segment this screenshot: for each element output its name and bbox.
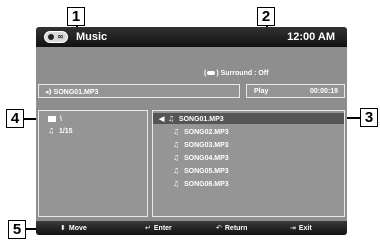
selection-arrow-icon: ◀ — [159, 116, 165, 123]
track-label: SONG03.MP3 — [183, 142, 229, 149]
callout-1: 1 — [67, 7, 85, 26]
folder-icon — [48, 116, 56, 123]
track-count-row: ♫ 1/15 — [48, 127, 73, 135]
playback-status: Play 00:00:19 — [246, 84, 345, 98]
surround-label: Surround : Off — [220, 70, 269, 77]
control-hints-bar: ⬍ Move ↵ Enter ↶ Return ⇥ Exit — [36, 221, 347, 235]
music-note-icon: ♫ — [173, 180, 180, 188]
callout-2: 2 — [257, 7, 275, 26]
track-item[interactable]: ♫ SONG06.MP3 — [153, 178, 344, 189]
move-hint[interactable]: ⬍ Move — [60, 224, 87, 232]
enter-hint[interactable]: ↵ Enter — [145, 224, 172, 232]
track-item[interactable]: ◀ ♫ SONG01.MP3 — [153, 113, 344, 124]
callout-5: 5 — [8, 220, 26, 239]
music-note-icon: ♫ — [48, 127, 55, 135]
track-label: SONG02.MP3 — [183, 129, 229, 136]
music-note-icon: ♫ — [173, 141, 180, 149]
return-icon: ↶ — [216, 224, 222, 232]
title-bar: ∞ Music 12:00 AM — [36, 27, 347, 47]
track-item[interactable]: ♫ SONG02.MP3 — [153, 126, 344, 137]
track-label: SONG01.MP3 — [178, 116, 224, 123]
callout-4: 4 — [6, 109, 24, 128]
track-count: 1/15 — [58, 128, 73, 135]
surround-icon: () — [204, 70, 219, 77]
now-playing-bar: ◂) SONG01.MP3 — [38, 84, 240, 98]
playback-mode: Play — [254, 88, 269, 95]
folder-path: \ — [59, 116, 62, 123]
now-playing-track: SONG01.MP3 — [53, 89, 99, 96]
enter-icon: ↵ — [145, 224, 151, 232]
speaker-icon: ◂) — [45, 88, 52, 96]
track-item[interactable]: ♫ SONG05.MP3 — [153, 165, 344, 176]
folder-path-row[interactable]: \ — [48, 116, 62, 123]
return-hint[interactable]: ↶ Return — [216, 224, 247, 232]
music-note-icon: ♫ — [167, 115, 175, 123]
callout-3-leader — [345, 117, 360, 119]
track-item[interactable]: ♫ SONG04.MP3 — [153, 152, 344, 163]
disc-icon — [48, 34, 55, 40]
up-down-arrows-icon: ⬍ — [60, 224, 66, 232]
music-note-icon: ♫ — [173, 167, 180, 175]
playback-time: 00:00:19 — [309, 88, 338, 95]
folder-panel[interactable]: \ ♫ 1/15 — [38, 110, 148, 217]
enter-label: Enter — [153, 225, 172, 232]
music-note-icon: ♫ — [173, 154, 180, 162]
move-label: Move — [68, 225, 87, 232]
screen-title: Music — [76, 31, 108, 43]
track-label: SONG05.MP3 — [183, 168, 229, 175]
music-screen: ∞ Music 12:00 AM () Surround : Off ◂) SO… — [36, 27, 347, 235]
disc-infinity-logo: ∞ — [44, 31, 68, 43]
music-note-icon: ♫ — [173, 128, 180, 136]
clock: 12:00 AM — [287, 31, 335, 43]
track-item[interactable]: ♫ SONG03.MP3 — [153, 139, 344, 150]
infinity-icon: ∞ — [56, 32, 64, 41]
track-label: SONG06.MP3 — [183, 181, 229, 188]
exit-label: Exit — [298, 225, 312, 232]
exit-hint[interactable]: ⇥ Exit — [290, 224, 312, 232]
track-list[interactable]: ◀ ♫ SONG01.MP3 ♫ SONG02.MP3 ♫ SONG03.MP3… — [152, 110, 345, 217]
return-label: Return — [224, 225, 248, 232]
surround-status: () Surround : Off — [204, 70, 268, 77]
callout-3: 3 — [360, 108, 378, 127]
exit-icon: ⇥ — [290, 224, 296, 232]
track-label: SONG04.MP3 — [183, 155, 229, 162]
